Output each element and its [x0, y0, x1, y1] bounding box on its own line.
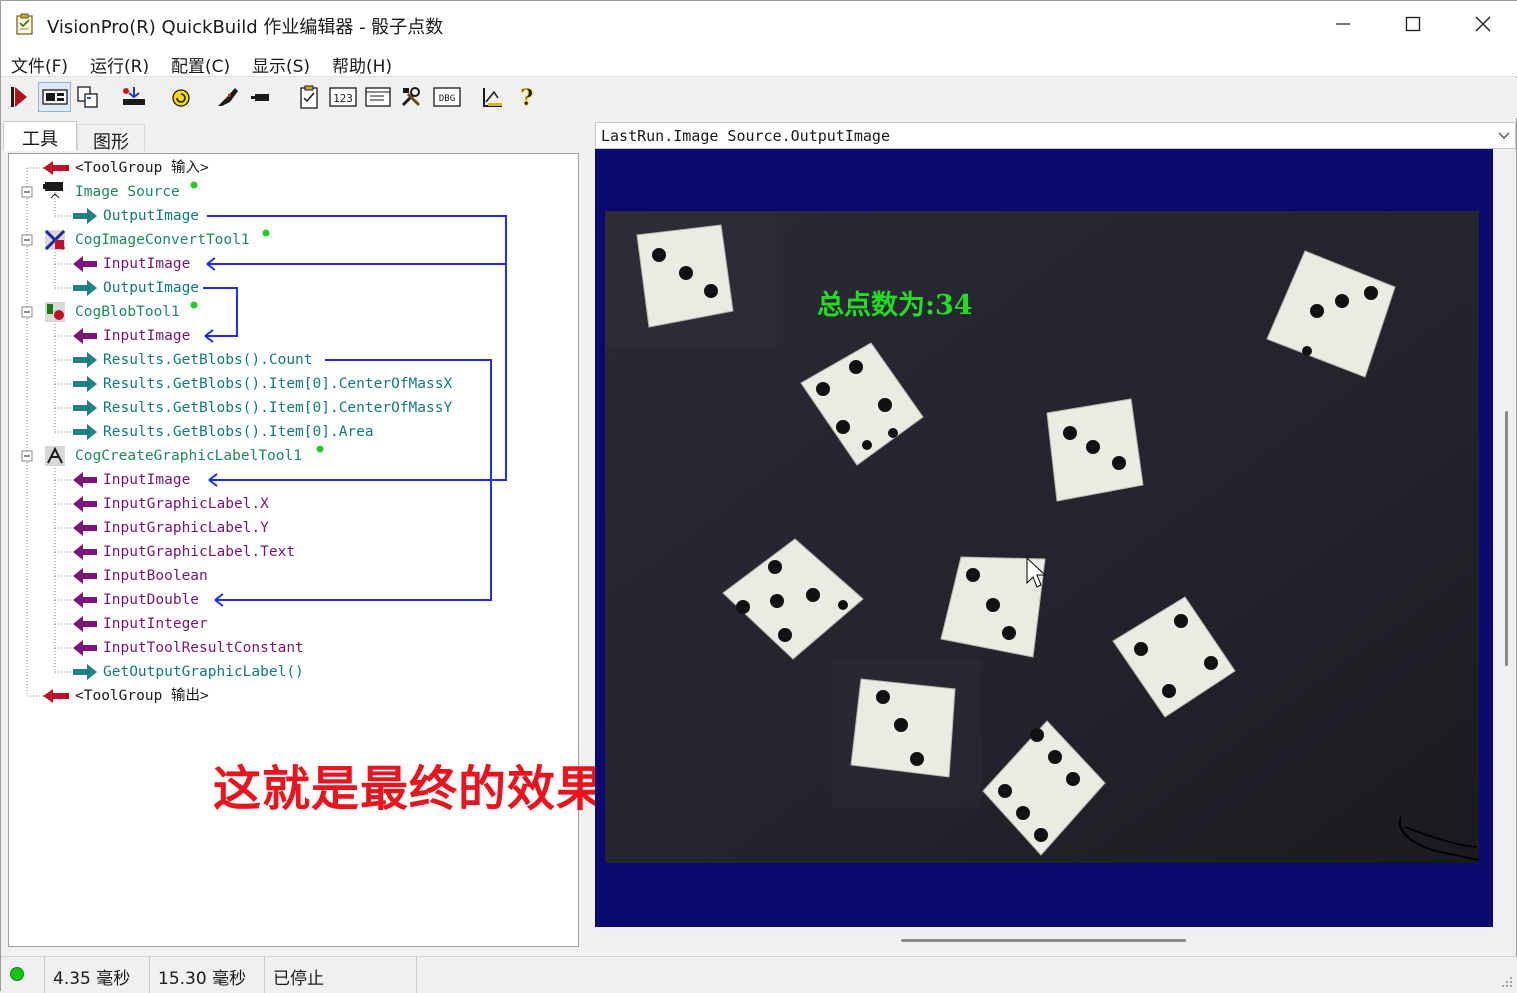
tree-node-graphic-label-tool[interactable]: CogCreateGraphicLabelTool1	[75, 447, 302, 465]
graphic-label-tool-icon	[45, 446, 65, 466]
resize-grip-icon[interactable]	[1500, 975, 1514, 989]
minimize-button[interactable]	[1308, 1, 1378, 47]
import-icon	[123, 87, 145, 105]
edit-icon	[218, 88, 238, 106]
menu-file[interactable]: 文件(F)	[11, 52, 68, 77]
menu-bar: 文件(F) 运行(R) 配置(C) 显示(S) 帮助(H)	[1, 47, 1517, 77]
maximize-button[interactable]	[1378, 1, 1448, 47]
image-selector-value: LastRun.Image Source.OutputImage	[601, 127, 890, 145]
display-toggle-button[interactable]	[38, 82, 71, 112]
reset-button[interactable]	[166, 82, 196, 112]
measure-icon	[483, 88, 502, 107]
menu-run[interactable]: 运行(R)	[90, 52, 149, 77]
app-icon	[16, 13, 33, 35]
record-icon	[251, 94, 269, 101]
dice-photo	[605, 211, 1479, 863]
job-properties-icon	[300, 85, 318, 109]
close-button[interactable]	[1448, 1, 1517, 47]
run-once-button[interactable]	[4, 82, 34, 112]
camera-icon	[43, 182, 63, 199]
menu-config[interactable]: 配置(C)	[171, 52, 230, 77]
numbers-icon: 123	[329, 87, 357, 107]
close-icon	[1475, 16, 1491, 32]
dbg-icon: DBG	[433, 87, 461, 107]
tree-node-input-image[interactable]: InputImage	[103, 327, 190, 345]
window-title: VisionPro(R) QuickBuild 作业编辑器 - 骰子点数	[47, 17, 444, 38]
tree-node-image-source[interactable]: Image Source	[75, 183, 180, 201]
tree-node-input-double[interactable]: InputDouble	[103, 591, 199, 609]
app-window: VisionPro(R) QuickBuild 作业编辑器 - 骰子点数 文件(…	[0, 0, 1517, 993]
tree-node-label-x[interactable]: InputGraphicLabel.X	[103, 495, 269, 513]
status-led-icon	[10, 967, 24, 981]
tree-node-image-convert-tool[interactable]: CogImageConvertTool1	[75, 231, 250, 249]
status-run-state: 已停止	[264, 957, 417, 993]
title-bar: VisionPro(R) QuickBuild 作业编辑器 - 骰子点数	[1, 1, 1517, 47]
menu-help[interactable]: 帮助(H)	[332, 52, 392, 77]
chevron-down-icon	[1498, 132, 1510, 139]
run-once-icon	[11, 87, 27, 107]
import-button[interactable]	[119, 82, 149, 112]
help-button[interactable]: ?	[512, 82, 542, 112]
measure-button[interactable]	[478, 82, 508, 112]
tree-node-input-tool-result-constant[interactable]: InputToolResultConstant	[103, 639, 304, 657]
tree-node-toolgroup-input[interactable]: <ToolGroup 输入>	[75, 159, 209, 177]
blob-tool-icon	[45, 302, 65, 322]
tree-node-get-output-graphic-label[interactable]: GetOutputGraphicLabel()	[103, 663, 304, 681]
status-time-last-run: 4.35 毫秒	[44, 957, 148, 993]
svg-text:?: ?	[521, 85, 534, 110]
tree-node-label-y[interactable]: InputGraphicLabel.Y	[103, 519, 269, 537]
tool-tree: <ToolGroup 输入> Image Source OutputImage …	[8, 153, 579, 947]
toolbar: 123 DBG ?	[1, 78, 1517, 118]
tree-node-toolgroup-output[interactable]: <ToolGroup 输出>	[75, 687, 209, 705]
status-bar: 4.35 毫秒 15.30 毫秒 已停止	[1, 956, 1517, 993]
record-button[interactable]	[247, 82, 277, 112]
tree-node-input-image[interactable]: InputImage	[103, 255, 190, 273]
tree-node-output-image[interactable]: OutputImage	[103, 279, 199, 297]
edit-button[interactable]	[212, 82, 242, 112]
vertical-scrollbar-thumb[interactable]	[1505, 411, 1508, 666]
copy-icon	[77, 86, 98, 108]
tab-graphics[interactable]: 图形	[77, 124, 145, 153]
image-display[interactable]: 总点数为:34	[595, 149, 1493, 927]
job-properties-button[interactable]	[295, 82, 325, 112]
form-button[interactable]	[363, 82, 393, 112]
vertical-scrollbar[interactable]	[1496, 149, 1516, 927]
tree-node-output-image[interactable]: OutputImage	[103, 207, 199, 225]
maximize-icon	[1405, 16, 1421, 32]
dice-image: 总点数为:34	[605, 211, 1479, 863]
horizontal-scrollbar[interactable]	[595, 927, 1493, 951]
debug-button[interactable]: DBG	[432, 82, 462, 112]
tree-node-blob-area[interactable]: Results.GetBlobs().Item[0].Area	[103, 423, 374, 441]
form-icon	[365, 87, 391, 107]
help-icon: ?	[520, 85, 534, 110]
convert-tool-icon	[44, 229, 66, 251]
image-selector[interactable]: LastRun.Image Source.OutputImage	[595, 122, 1516, 149]
tree-node-label-text[interactable]: InputGraphicLabel.Text	[103, 543, 295, 561]
tree-node-blob-center-y[interactable]: Results.GetBlobs().Item[0].CenterOfMassY	[103, 399, 452, 417]
numbers-icon-label: 123	[333, 92, 353, 105]
tab-tools[interactable]: 工具	[3, 121, 77, 151]
result-label: 总点数为:34	[817, 290, 973, 321]
tools-icon	[401, 87, 421, 107]
minimize-icon	[1336, 23, 1350, 25]
tree-node-blob-center-x[interactable]: Results.GetBlobs().Item[0].CenterOfMassX	[103, 375, 452, 393]
copy-button[interactable]	[73, 82, 103, 112]
tree-node-blob-count[interactable]: Results.GetBlobs().Count	[103, 351, 313, 369]
tree-node-input-image[interactable]: InputImage	[103, 471, 190, 489]
horizontal-scrollbar-thumb[interactable]	[901, 939, 1186, 942]
display-toggle-icon	[41, 89, 68, 105]
reset-icon	[172, 89, 190, 107]
dbg-icon-label: DBG	[439, 94, 455, 104]
tree-node-input-boolean[interactable]: InputBoolean	[103, 567, 208, 585]
left-panel-tabs: 工具 图形	[1, 121, 581, 153]
tree-node-input-integer[interactable]: InputInteger	[103, 615, 208, 633]
status-time-total: 15.30 毫秒	[149, 957, 263, 993]
tools-button[interactable]	[397, 82, 427, 112]
numbers-button[interactable]: 123	[328, 82, 358, 112]
tree-node-blob-tool[interactable]: CogBlobTool1	[75, 303, 180, 321]
menu-display[interactable]: 显示(S)	[252, 52, 310, 77]
